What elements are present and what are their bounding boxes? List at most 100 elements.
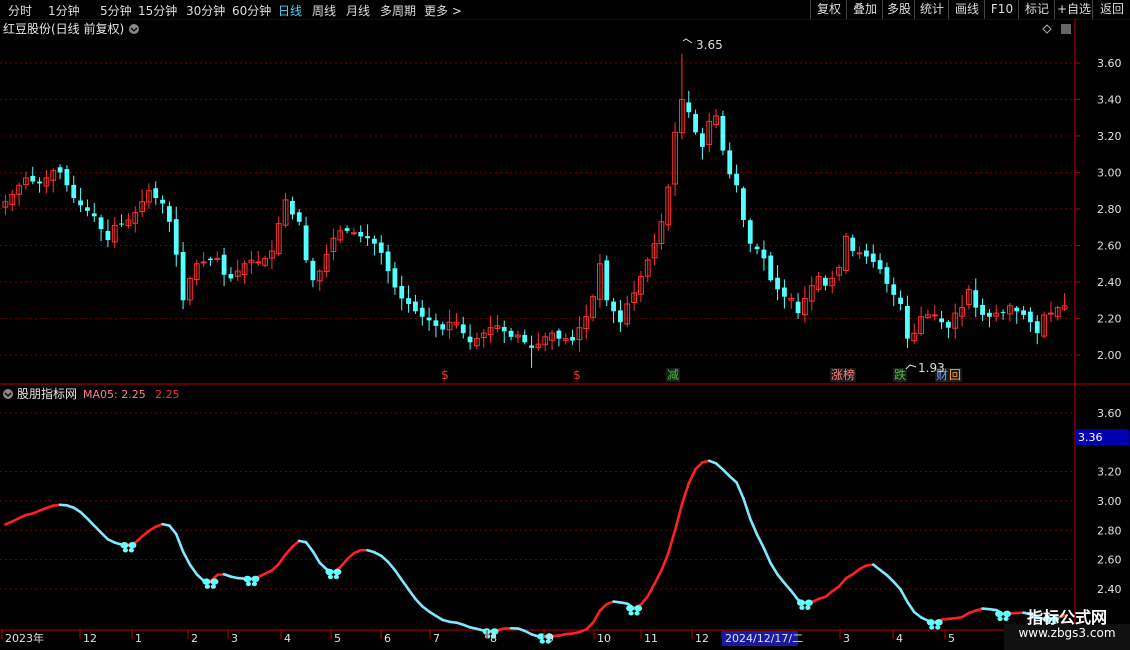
ma05-segment <box>140 529 151 538</box>
ma05-segment <box>687 467 697 485</box>
tab-30min[interactable]: 30分钟 <box>186 2 225 19</box>
tab-1min[interactable]: 1分钟 <box>48 2 80 19</box>
x-tick-label: 3 <box>843 632 850 645</box>
ma05-segment <box>598 602 609 612</box>
candle-body <box>406 298 411 304</box>
ma05-segment <box>721 468 732 478</box>
event-label: $ <box>573 368 581 382</box>
ma05-segment <box>673 503 684 532</box>
candle-body <box>1028 311 1033 323</box>
main-tick-label: 2.80 <box>1097 203 1122 216</box>
candle-body <box>1021 310 1026 315</box>
candle-body <box>160 199 165 204</box>
x-tick-label: 2 <box>191 632 198 645</box>
candle-body <box>119 223 124 225</box>
candle-body <box>303 225 309 261</box>
ma05-segment <box>714 462 725 471</box>
tab-60min[interactable]: 60分钟 <box>232 2 271 19</box>
tab-15min[interactable]: 15分钟 <box>138 2 177 19</box>
x-tick-label: 5 <box>948 632 955 645</box>
x-tick-label: 6 <box>384 632 391 645</box>
candle-body <box>823 277 828 286</box>
back-button[interactable]: 返回 <box>1092 0 1130 19</box>
mark-button[interactable]: 标记 <box>1018 0 1055 19</box>
candle-body <box>385 251 391 272</box>
main-tick-label: 3.40 <box>1097 93 1122 106</box>
candle-body <box>529 345 534 348</box>
more-menu[interactable]: 更多 > <box>424 2 462 19</box>
ma05-segment <box>345 551 356 561</box>
candle-body <box>221 254 227 275</box>
add-favorite-button[interactable]: +自选 <box>1054 0 1093 19</box>
tab-daily[interactable]: 日线 <box>278 2 302 19</box>
diamond-icon[interactable] <box>1042 24 1052 34</box>
ma05-segment <box>892 580 902 591</box>
f10-button[interactable]: F10 <box>984 0 1019 19</box>
candle-body <box>884 267 890 284</box>
candle-body <box>85 207 90 211</box>
ma05-segment <box>414 597 424 608</box>
candle-body <box>78 200 83 206</box>
candle-body <box>290 200 295 215</box>
candle-body <box>905 305 910 339</box>
ma05-segment <box>653 569 663 585</box>
x-tick-label: 12 <box>83 632 97 645</box>
event-label: 涨榜 <box>831 367 855 382</box>
ma05-segment <box>284 545 294 556</box>
multi-stock-button[interactable]: 多股 <box>882 0 915 19</box>
tab-monthly[interactable]: 月线 <box>346 2 370 19</box>
ma05-value: 2.25 <box>155 388 180 401</box>
butterfly-icon <box>926 619 943 630</box>
ma05-segment <box>386 560 397 572</box>
main-y-axis: 2.00 2.20 2.40 2.60 2.80 3.00 3.20 3.40 3.60 <box>1075 57 1122 362</box>
fuquan-button[interactable]: 复权 <box>810 0 847 19</box>
ma05-segment <box>311 550 322 565</box>
candle-body <box>57 167 63 173</box>
tab-5min[interactable]: 5分钟 <box>100 2 132 19</box>
candle-body <box>173 219 179 255</box>
ma05-segment <box>338 558 349 569</box>
candle-body <box>761 249 767 259</box>
event-label: $ <box>441 368 449 382</box>
candle-body <box>864 250 869 257</box>
tab-multi-period[interactable]: 多周期 <box>380 2 416 19</box>
event-markers: $ $ 减涨榜跌财回 <box>441 367 962 382</box>
tab-fenshi[interactable]: 分时 <box>8 2 32 19</box>
main-panel-title: 红豆股份(日线 前复权) <box>3 21 124 36</box>
candle-body <box>782 287 787 297</box>
ma05-segment <box>318 561 328 571</box>
stats-button[interactable]: 统计 <box>914 0 949 19</box>
ma05-segment <box>837 577 848 588</box>
butterfly-icon <box>325 568 342 580</box>
indicator-menu-icon[interactable] <box>3 389 13 399</box>
candle-body <box>570 336 575 341</box>
ma05-segment <box>885 573 896 584</box>
candle-body <box>727 150 733 175</box>
candle-body <box>365 236 370 239</box>
candle-body <box>64 169 70 186</box>
candle-body <box>720 115 726 151</box>
candle-body <box>898 297 903 304</box>
ma05-segment <box>584 621 595 631</box>
x-tick-label: 7 <box>433 632 440 645</box>
candle-body <box>618 310 623 323</box>
main-tick-label: 2.40 <box>1097 276 1122 289</box>
x-axis: 2023年 12 1 2 3 4 5 6 7 8 9 10 11 12 2024/12/17/二 3 4 5 <box>1 630 955 646</box>
x-tick-label: 2023年 <box>5 631 44 645</box>
ma05-segment <box>393 568 404 582</box>
candle-body <box>946 321 951 328</box>
chevron-down-icon[interactable] <box>129 24 139 34</box>
main-tick-label: 3.60 <box>1097 57 1122 70</box>
x-tick-label: 8 <box>490 632 497 645</box>
overlay-button[interactable]: 叠加 <box>846 0 883 19</box>
candle-body <box>440 324 446 330</box>
indicator-tick-label: 2.80 <box>1097 524 1122 537</box>
low-annotation: 1.93 <box>905 361 945 375</box>
tab-weekly[interactable]: 周线 <box>312 2 336 19</box>
candle-body <box>1014 307 1020 312</box>
draw-line-button[interactable]: 画线 <box>948 0 985 19</box>
stock-chart[interactable]: $ $ 减涨榜跌财回 2.002.202.402.602.803.003.203.4… <box>0 19 1130 650</box>
candle-body <box>700 133 705 147</box>
panel-toggle-icon[interactable] <box>1061 24 1071 34</box>
ma05-segment <box>748 517 759 536</box>
